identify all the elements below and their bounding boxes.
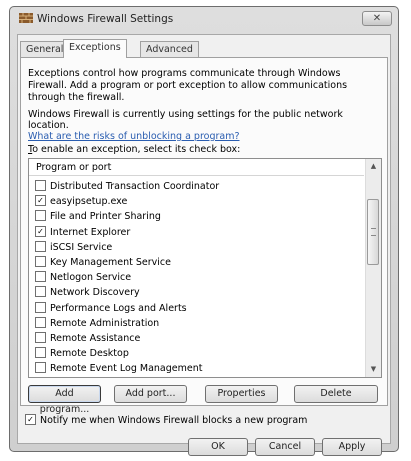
exceptions-description: Exceptions control how programs communic… [28,68,348,103]
exception-label: Remote Desktop [50,348,129,360]
apply-button[interactable]: Apply [322,438,382,456]
title-bar[interactable]: Windows Firewall Settings ✕ [10,7,398,31]
exception-label: Netlogon Service [50,272,132,284]
add-program-button[interactable]: Add program... [28,385,101,415]
add-port-button[interactable]: Add port... [114,385,187,403]
notify-checkbox[interactable]: ✓ [25,414,36,425]
list-item[interactable]: File and Printer Sharing [35,209,219,224]
list-item[interactable]: Remote Assistance [35,331,219,346]
exception-checkbox[interactable] [35,180,46,191]
exception-label: easyipsetup.exe [50,196,128,208]
close-button[interactable]: ✕ [362,11,392,26]
close-icon: ✕ [372,13,382,24]
exception-label: Network Discovery [50,287,140,299]
scroll-thumb[interactable] [367,199,379,265]
list-column-header[interactable]: Program or port [29,159,364,176]
exception-label: Remote Assistance [50,332,141,344]
exceptions-list[interactable]: Program or port Distributed Transaction … [28,158,382,378]
notify-label: Notify me when Windows Firewall blocks a… [40,415,308,426]
grip-icon [371,228,376,236]
delete-button[interactable]: Delete [294,385,378,403]
exception-label: File and Printer Sharing [50,211,161,223]
cancel-button[interactable]: Cancel [255,438,315,456]
firewall-icon [19,13,33,23]
list-item[interactable]: Key Management Service [35,255,219,270]
list-item[interactable]: ✓ easyipsetup.exe [35,194,219,209]
enable-exception-label: To enable an exception, select its check… [28,144,240,155]
exception-checkbox[interactable] [35,210,46,222]
exception-checkbox[interactable]: ✓ [35,195,46,207]
exception-label: Remote Administration [50,317,160,329]
exception-checkbox[interactable] [35,331,46,343]
list-item[interactable]: Remote Event Log Management [35,361,219,376]
exception-checkbox[interactable] [35,316,46,328]
scroll-down-arrow-icon[interactable]: ▼ [366,362,381,377]
enable-exception-label-text: o enable an exception, select its check … [32,144,241,155]
list-item[interactable]: Performance Logs and Alerts [35,301,219,316]
exception-checkbox[interactable] [35,286,46,298]
network-status-text: Windows Firewall is currently using sett… [28,109,343,131]
exception-checkbox[interactable] [35,362,46,374]
properties-button[interactable]: Properties [205,385,278,403]
tab-exceptions[interactable]: Exceptions [63,39,127,58]
exception-checkbox[interactable] [35,271,46,283]
exception-checkbox[interactable] [35,301,46,313]
vertical-scrollbar[interactable]: ▲ ▼ [365,159,381,377]
list-item[interactable]: Remote Administration [35,316,219,331]
list-item[interactable]: ✓ Internet Explorer [35,225,219,240]
list-item[interactable]: Distributed Transaction Coordinator [35,179,219,194]
exceptions-rows: Distributed Transaction Coordinator ✓ easy… [35,179,219,376]
exceptions-panel: Exceptions control how programs communic… [20,57,388,415]
list-item[interactable]: Netlogon Service [35,270,219,285]
exception-checkbox[interactable] [35,255,46,267]
risks-link[interactable]: What are the risks of unblocking a progr… [28,131,380,142]
exception-label: Internet Explorer [50,226,131,238]
notify-option[interactable]: ✓ Notify me when Windows Firewall blocks … [25,414,308,426]
dialog-body: General Exceptions Advanced Exceptions c… [17,34,391,456]
exception-checkbox[interactable] [35,240,46,252]
tab-advanced[interactable]: Advanced [140,41,199,57]
exception-checkbox[interactable] [35,347,46,359]
exception-checkbox[interactable]: ✓ [35,225,46,237]
exception-label: iSCSI Service [50,241,113,253]
exception-label: Remote Event Log Management [50,363,203,375]
ok-button[interactable]: OK [188,438,248,456]
scroll-up-arrow-icon[interactable]: ▲ [366,159,381,174]
firewall-settings-window: Windows Firewall Settings ✕ General Exce… [9,6,399,456]
list-item[interactable]: Remote Desktop [35,346,219,361]
window-title: Windows Firewall Settings [37,13,174,25]
list-item[interactable]: Network Discovery [35,285,219,300]
exception-label: Distributed Transaction Coordinator [50,181,220,192]
list-item[interactable]: iSCSI Service [35,240,219,255]
exception-label: Performance Logs and Alerts [50,302,187,314]
network-status: Windows Firewall is currently using sett… [28,109,380,142]
exception-label: Key Management Service [50,256,171,268]
